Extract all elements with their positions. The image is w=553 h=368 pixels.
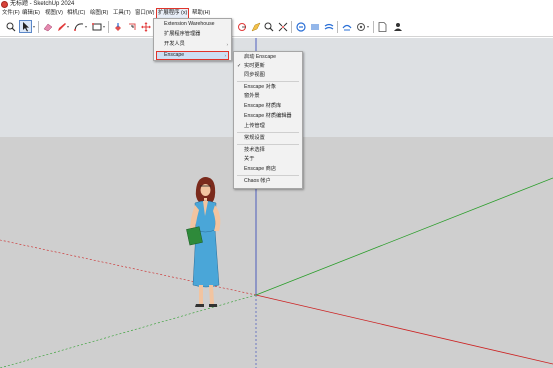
move-icon[interactable] xyxy=(139,20,152,33)
chevron-right-icon: › xyxy=(226,42,229,47)
chevron-down-icon[interactable]: ▾ xyxy=(103,25,107,29)
section-plane-icon[interactable] xyxy=(249,20,262,33)
styles-icon[interactable] xyxy=(294,20,307,33)
chevron-down-icon[interactable]: ▾ xyxy=(85,25,89,29)
shape-icon[interactable] xyxy=(90,20,103,33)
menu-item-enscape-store[interactable]: Enscape 商店 xyxy=(234,165,302,174)
red-axis xyxy=(255,294,553,365)
chevron-down-icon[interactable]: ▾ xyxy=(67,25,71,29)
menu-item-start-enscape[interactable]: 启动 Enscape xyxy=(234,53,302,62)
menu-item-material-library[interactable]: Enscape 材质库 xyxy=(234,102,302,111)
scale-figure xyxy=(186,177,221,307)
menu-item-live-update[interactable]: ✓ 实时更新 xyxy=(234,62,302,71)
x-ray-icon[interactable] xyxy=(308,20,321,33)
green-axis xyxy=(255,177,553,296)
menu-item-material-editor[interactable]: Enscape 材质编辑器 xyxy=(234,112,302,121)
menu-item-enscape[interactable]: Enscape › xyxy=(156,51,229,60)
shadows-icon[interactable] xyxy=(322,20,335,33)
new-file-icon[interactable] xyxy=(376,20,389,33)
menu-view[interactable]: 视图(V) xyxy=(45,9,63,18)
zoom-extents-icon[interactable] xyxy=(276,20,289,33)
menu-camera[interactable]: 相机(C) xyxy=(67,9,85,18)
eraser-icon[interactable] xyxy=(41,20,54,33)
menu-item-about[interactable]: 关于 xyxy=(234,155,302,164)
zoom-icon[interactable] xyxy=(4,20,17,33)
menu-item-developer[interactable]: 开发人员 › xyxy=(154,40,231,49)
sketchup-logo-icon xyxy=(1,1,8,8)
chevron-right-icon: › xyxy=(224,53,227,58)
account-icon[interactable] xyxy=(391,20,404,33)
menu-item-extension-manager[interactable]: 扩展程序管理器 xyxy=(154,30,231,39)
push-pull-icon[interactable] xyxy=(111,20,124,33)
menu-item-tech-selection[interactable]: 技术选择 xyxy=(234,146,302,155)
extensions-dropdown: Extension Warehouse 扩展程序管理器 开发人员 › Ensca… xyxy=(153,18,232,61)
checkmark-icon: ✓ xyxy=(237,63,242,69)
menu-draw[interactable]: 绘图(R) xyxy=(90,9,108,18)
menu-item-upload-manager[interactable]: 上传管理 xyxy=(234,122,302,131)
enscape-submenu: 启动 Enscape ✓ 实时更新 同步视图 Enscape 对象 窗外景 En… xyxy=(233,51,303,189)
arc-icon[interactable] xyxy=(72,20,85,33)
menu-extensions[interactable]: 扩展程序 (x) xyxy=(155,8,190,19)
menu-bar: 文件(F) 编辑(E) 视图(V) 相机(C) 绘图(R) 工具(T) 窗口(W… xyxy=(0,8,553,19)
components-icon[interactable] xyxy=(354,20,367,33)
materials-icon[interactable] xyxy=(340,20,353,33)
menu-tools[interactable]: 工具(T) xyxy=(113,9,131,18)
chevron-down-icon[interactable]: ▾ xyxy=(367,25,371,29)
menu-edit[interactable]: 编辑(E) xyxy=(22,9,40,18)
menu-item-chaos-account[interactable]: Chaos 帐户 xyxy=(234,177,302,186)
menu-file[interactable]: 文件(F) xyxy=(2,9,20,18)
menu-help[interactable]: 帮助(H) xyxy=(192,9,210,18)
menu-item-extension-warehouse[interactable]: Extension Warehouse xyxy=(154,20,231,29)
menu-item-sync-views[interactable]: 同步视图 xyxy=(234,71,302,80)
title-bar: 无标题 - SketchUp 2024 xyxy=(0,0,553,9)
search-icon[interactable] xyxy=(262,20,275,33)
offset-icon[interactable] xyxy=(125,20,138,33)
menu-window[interactable]: 窗口(W) xyxy=(135,9,154,18)
tape-measure-icon[interactable] xyxy=(235,20,248,33)
chevron-down-icon[interactable]: ▾ xyxy=(33,25,37,29)
select-arrow-icon[interactable] xyxy=(19,20,32,33)
menu-item-general-settings[interactable]: 常规设置 xyxy=(234,134,302,143)
window-title: 无标题 - SketchUp 2024 xyxy=(10,1,75,7)
menu-item-enscape-objects[interactable]: Enscape 对象 xyxy=(234,83,302,92)
green-axis-hidden xyxy=(0,294,257,368)
toolbar: ▾ ▾ ▾ ▾ ▾ xyxy=(0,18,553,37)
menu-item-outside-view[interactable]: 窗外景 xyxy=(234,92,302,101)
